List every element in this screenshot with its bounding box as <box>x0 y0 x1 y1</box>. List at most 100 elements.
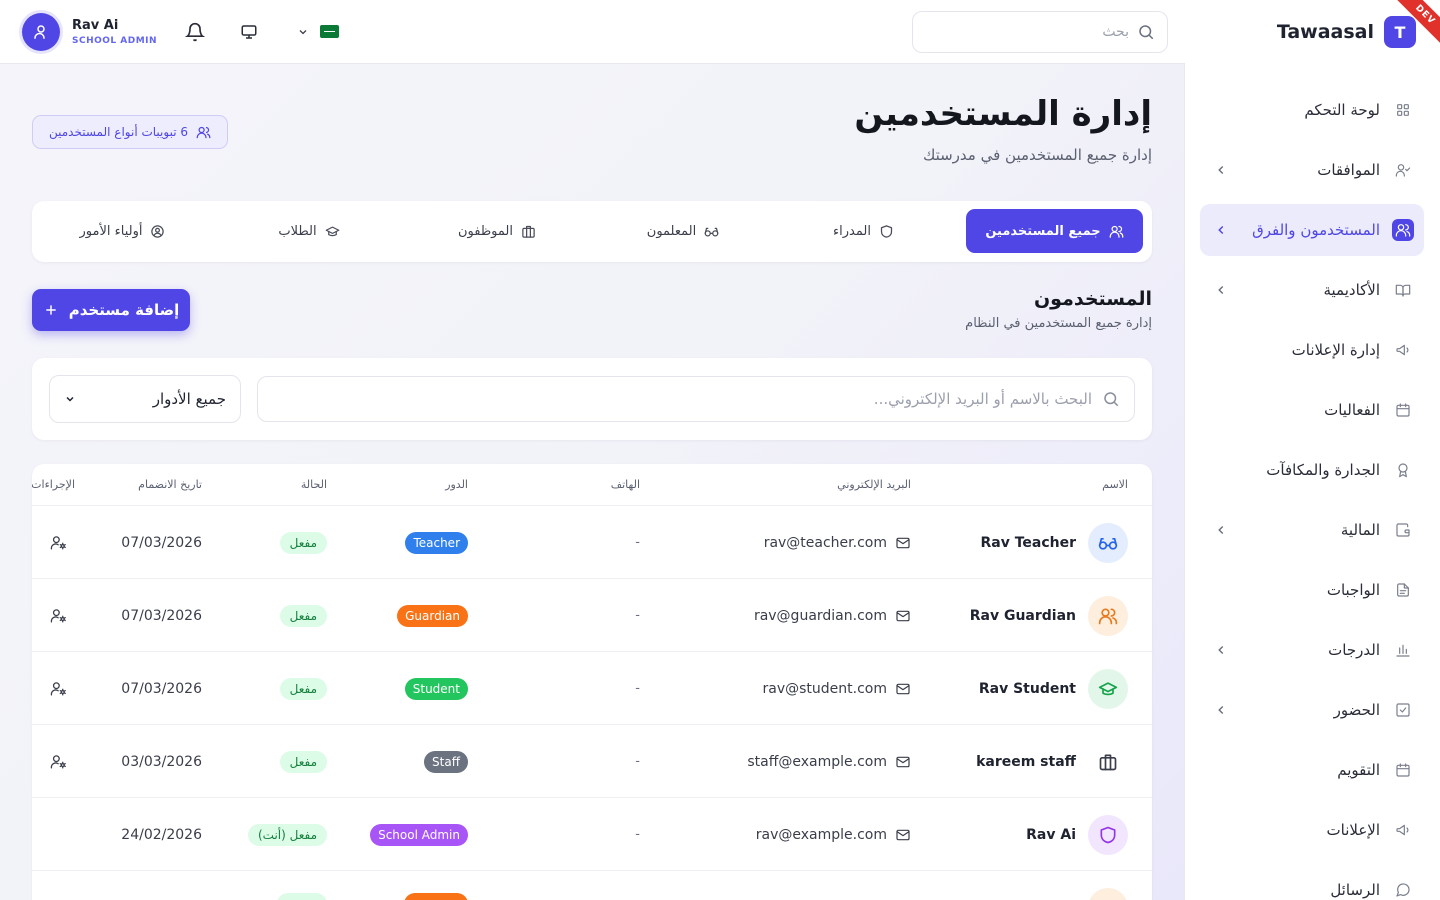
sidebar-item-4[interactable]: إدارة الإعلانات <box>1200 324 1424 376</box>
user-name: kareem staff <box>976 753 1076 770</box>
topbar: بحث Rav Ai SCHOOL ADMIN <box>0 0 1185 64</box>
user-cog-icon[interactable] <box>50 607 67 624</box>
users-icon <box>1088 595 1128 636</box>
user-phone: - <box>635 681 640 696</box>
tab-1[interactable]: المدراء <box>786 209 941 253</box>
chevron-left-icon[interactable] <box>1214 523 1228 537</box>
user-cog-icon[interactable] <box>50 680 67 697</box>
sidebar-item-6[interactable]: الجدارة والمكافآت <box>1200 444 1424 496</box>
user-email[interactable]: rav@guardian.com <box>754 608 887 624</box>
sidebar-item-9[interactable]: الدرجات <box>1200 624 1424 676</box>
join-date: 07/03/2026 <box>121 680 202 697</box>
tab-2[interactable]: المعلمون <box>600 209 766 253</box>
global-search-input[interactable]: بحث <box>912 11 1168 53</box>
sidebar-item-label: المالية <box>1340 521 1380 539</box>
search-icon <box>1102 390 1120 408</box>
add-user-label: إضافة مستخدم <box>68 301 180 319</box>
saudi-flag-icon[interactable] <box>320 25 339 38</box>
sidebar-item-10[interactable]: الحضور <box>1200 684 1424 736</box>
sidebar-item-label: المستخدمون والفرق <box>1252 221 1380 239</box>
sidebar-item-12[interactable]: الإعلانات <box>1200 804 1424 856</box>
calendar-icon <box>1392 399 1414 421</box>
tab-label: الطلاب <box>278 223 317 239</box>
book-icon <box>1392 279 1414 301</box>
sidebar-item-label: الواجبات <box>1326 581 1380 599</box>
user-type-icon <box>1088 887 1128 900</box>
header-joined: تاريخ الانضمام <box>138 478 202 491</box>
search-icon <box>1137 23 1155 41</box>
table-row[interactable]: Rav Ai rav@example.com - School Admin مفعل (… <box>32 797 1152 870</box>
brand[interactable]: T Tawaasal <box>1277 16 1416 48</box>
table-row[interactable]: Rav Guardian rav@guardian.com - Guardian مفع… <box>32 578 1152 651</box>
tab-4[interactable]: الطلاب <box>229 209 389 253</box>
plus-icon <box>43 302 59 318</box>
sidebar-item-label: إدارة الإعلانات <box>1291 341 1380 359</box>
chevron-left-icon[interactable] <box>1214 223 1228 237</box>
tabs-count-label: 6 تبويبات أنواع المستخدمين <box>49 125 189 139</box>
user-search-input[interactable]: البحث بالاسم أو البريد الإلكتروني... <box>257 376 1135 422</box>
chevron-left-icon[interactable] <box>1214 283 1228 297</box>
sidebar-item-label: الموافقات <box>1317 161 1380 179</box>
sidebar-item-label: التقويم <box>1337 761 1380 779</box>
bar-chart-icon <box>1392 639 1414 661</box>
chevron-left-icon[interactable] <box>1214 643 1228 657</box>
sidebar-item-1[interactable]: الموافقات <box>1200 144 1424 196</box>
section-subtitle: إدارة جميع المستخدمين في النظام <box>965 316 1152 331</box>
user-cog-icon[interactable] <box>50 753 67 770</box>
sidebar-item-7[interactable]: المالية <box>1200 504 1424 556</box>
chevron-left-icon[interactable] <box>1214 703 1228 717</box>
bell-icon[interactable] <box>179 16 211 48</box>
chevron-down-icon <box>64 393 76 405</box>
user-cog-icon[interactable] <box>50 534 67 551</box>
user-role: SCHOOL ADMIN <box>72 36 158 46</box>
status-badge <box>277 893 327 900</box>
user-name: Rav Guardian <box>969 607 1076 624</box>
calendar-icon <box>1392 759 1414 781</box>
tab-5[interactable]: أولياء الأمور <box>35 209 210 253</box>
sidebar-item-11[interactable]: التقويم <box>1200 744 1424 796</box>
user-email[interactable]: rav@example.com <box>756 827 887 843</box>
sidebar-item-8[interactable]: الواجبات <box>1200 564 1424 616</box>
user-email[interactable]: rav@teacher.com <box>764 535 887 551</box>
user-phone: - <box>635 827 640 842</box>
header-name: الاسم <box>1102 478 1128 491</box>
tab-3[interactable]: الموظفون <box>414 209 580 253</box>
search-placeholder: بحث <box>1102 24 1129 40</box>
language-dropdown-chevron-icon[interactable] <box>287 16 319 48</box>
sidebar-item-3[interactable]: الأكاديمية <box>1200 264 1424 316</box>
sidebar-item-0[interactable]: لوحة التحكم <box>1200 84 1424 136</box>
user-email[interactable]: staff@example.com <box>747 754 887 770</box>
users-icon <box>1392 219 1414 241</box>
user-menu[interactable]: Rav Ai SCHOOL ADMIN <box>22 13 157 51</box>
graduation-cap-icon <box>325 224 340 239</box>
glasses-icon <box>1088 522 1128 563</box>
grid-icon <box>1392 99 1414 121</box>
table-row[interactable]: Rav Teacher rav@teacher.com - Teacher مفعل 07… <box>32 505 1152 578</box>
chevron-left-icon[interactable] <box>1214 163 1228 177</box>
status-badge: مفعل <box>279 531 327 554</box>
add-user-button[interactable]: إضافة مستخدم <box>32 289 190 331</box>
sidebar-item-5[interactable]: الفعاليات <box>1200 384 1424 436</box>
user-name: Rav Ai <box>72 18 119 33</box>
sidebar-item-13[interactable]: الرسائل <box>1200 864 1424 900</box>
sidebar-item-label: الجدارة والمكافآت <box>1266 461 1380 479</box>
page-subtitle: إدارة جميع المستخدمين في مدرستك <box>922 146 1152 164</box>
header-role: الدور <box>445 478 468 491</box>
sidebar-item-2[interactable]: المستخدمون والفرق <box>1200 204 1424 256</box>
mail-icon <box>895 827 911 843</box>
monitor-icon[interactable] <box>233 16 265 48</box>
table-row[interactable]: Rav Student rav@student.com - Student مفعل 07… <box>32 651 1152 724</box>
role-badge: Staff <box>424 750 468 773</box>
user-email[interactable]: rav@student.com <box>763 681 888 697</box>
tab-label: المدراء <box>833 223 871 239</box>
role-filter-select[interactable]: جميع الأدوار <box>49 375 241 423</box>
user-phone: - <box>635 608 640 623</box>
shield-icon <box>879 224 894 239</box>
tab-0[interactable]: جميع المستخدمين <box>966 209 1143 253</box>
role-badge: Guardian <box>397 604 468 627</box>
table-row[interactable]: kareem staff staff@example.com - Staff مفعل 0… <box>32 724 1152 797</box>
role-badge: Teacher <box>405 531 468 554</box>
user-search-placeholder: البحث بالاسم أو البريد الإلكتروني... <box>873 390 1092 408</box>
check-square-icon <box>1392 699 1414 721</box>
table-row-partial[interactable] <box>32 870 1152 900</box>
